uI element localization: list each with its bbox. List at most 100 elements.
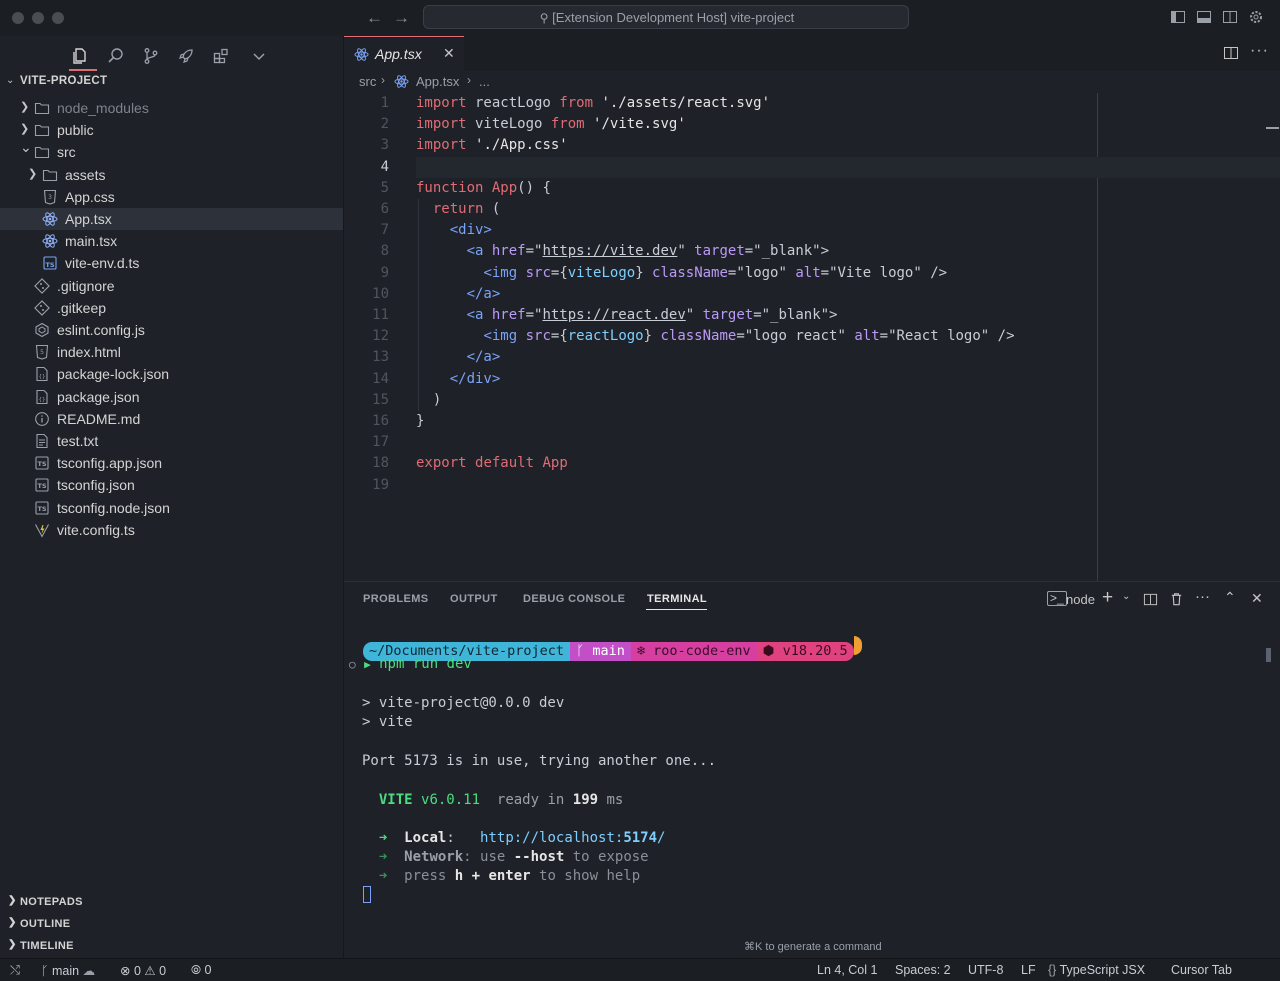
- tab-output[interactable]: OUTPUT: [450, 593, 498, 605]
- line-number: 6: [380, 201, 389, 217]
- broadcast-icon: ⦾: [191, 963, 202, 977]
- line-ending[interactable]: LF: [1021, 963, 1036, 977]
- problems-status[interactable]: ⊗ 0 ⚠ 0: [120, 963, 166, 978]
- tree-item[interactable]: TS tsconfig.json: [0, 474, 343, 496]
- tree-item-label: .gitkeep: [57, 299, 107, 316]
- encoding[interactable]: UTF-8: [968, 963, 1003, 977]
- maximize-panel-icon[interactable]: ⌃: [1224, 589, 1236, 606]
- tree-item[interactable]: README.md: [0, 408, 343, 430]
- tree-item[interactable]: ❯ public: [0, 119, 343, 141]
- line-number: 10: [372, 285, 389, 302]
- tree-item[interactable]: eslint.config.js: [0, 319, 343, 341]
- tree-item[interactable]: 5 index.html: [0, 341, 343, 363]
- breadcrumb-folder[interactable]: src: [359, 74, 376, 89]
- tree-item[interactable]: App.tsx: [0, 208, 343, 230]
- line-number: 14: [372, 370, 389, 387]
- tree-item[interactable]: TS tsconfig.node.json: [0, 497, 343, 519]
- chevron-right-icon: ›: [467, 73, 471, 87]
- tab-debug-console[interactable]: DEBUG CONSOLE: [523, 593, 625, 605]
- chevron-down-icon[interactable]: [246, 43, 272, 69]
- code-line: 12 <img src={reactLogo} className="logo …: [344, 326, 1280, 347]
- remote-icon[interactable]: ⤭: [10, 963, 20, 978]
- chevron-down-icon[interactable]: ⌄: [6, 75, 14, 86]
- tree-item-label: node_modules: [57, 100, 149, 116]
- command-line: ○ ▶ npm run dev: [349, 656, 472, 672]
- toggle-sidebar-icon[interactable]: [1170, 9, 1186, 25]
- forward-arrow-icon[interactable]: →: [393, 8, 410, 28]
- trash-icon[interactable]: [1169, 591, 1184, 607]
- tree-item[interactable]: ❯ assets: [0, 164, 343, 186]
- close-panel-icon[interactable]: ✕: [1251, 590, 1263, 607]
- section-notepads[interactable]: ❯ NOTEPADS: [0, 891, 343, 913]
- code-line: 19: [344, 475, 1280, 496]
- error-icon: ⊗: [120, 964, 131, 978]
- tree-item[interactable]: ❯ node_modules: [0, 97, 343, 119]
- source-control-icon[interactable]: [138, 43, 164, 69]
- tree-item[interactable]: ⌄ src: [0, 139, 343, 163]
- tree-item-label: src: [57, 144, 76, 161]
- tree-item[interactable]: vite.config.ts: [0, 519, 343, 541]
- chevron-down-icon[interactable]: ⌄: [1122, 591, 1130, 602]
- ports-status[interactable]: ⦾ 0: [191, 963, 211, 978]
- text-file-icon: [34, 433, 50, 449]
- maximize-window-button[interactable]: [52, 12, 64, 24]
- close-window-button[interactable]: [12, 12, 24, 24]
- explorer-title[interactable]: VITE-PROJECT: [20, 75, 107, 87]
- cursor-position[interactable]: Ln 4, Col 1: [817, 963, 877, 977]
- svg-text:TS: TS: [37, 505, 46, 513]
- close-icon[interactable]: ✕: [443, 45, 455, 62]
- command-center-search[interactable]: ⚲ [Extension Development Host] vite-proj…: [423, 5, 909, 29]
- gear-icon[interactable]: [1248, 9, 1264, 25]
- new-terminal-icon[interactable]: +: [1102, 587, 1113, 609]
- svg-text:{}: {}: [39, 374, 46, 380]
- cursor-tab-status[interactable]: Cursor Tab: [1171, 963, 1232, 977]
- eslint-icon: [34, 322, 50, 338]
- extensions-icon[interactable]: [208, 43, 234, 69]
- local-url[interactable]: http://localhost:5174/: [480, 830, 665, 846]
- tree-item-label: App.tsx: [65, 211, 112, 227]
- split-editor-icon[interactable]: [1223, 45, 1239, 61]
- section-timeline[interactable]: ❯ TIMELINE: [0, 935, 343, 957]
- tree-item[interactable]: main.tsx: [0, 230, 343, 252]
- tab-app-tsx[interactable]: App.tsx ✕: [344, 36, 464, 71]
- output-line: > vite: [362, 714, 413, 730]
- more-actions-icon[interactable]: ···: [1250, 42, 1269, 60]
- terminal-name[interactable]: node: [1066, 592, 1095, 607]
- editor-tab-bar: [344, 36, 1280, 71]
- tree-item[interactable]: .gitkeep: [0, 297, 343, 319]
- split-terminal-icon[interactable]: [1143, 592, 1158, 607]
- tree-item[interactable]: {} package.json: [0, 386, 343, 408]
- branch-status[interactable]: ᚴ main ☁: [41, 963, 95, 978]
- chevron-right-icon: ›: [381, 73, 385, 87]
- tree-item[interactable]: 3 App.css: [0, 186, 343, 208]
- command-center-label: ⚲ [Extension Development Host] vite-proj…: [539, 10, 795, 25]
- code-line: 7 <div>: [344, 220, 1280, 241]
- explorer-icon[interactable]: [67, 43, 93, 69]
- folder-icon: [34, 144, 50, 160]
- breadcrumb-more[interactable]: ...: [479, 74, 490, 89]
- active-tab-underline: [646, 609, 707, 610]
- language-mode[interactable]: {} TypeScript JSX: [1048, 963, 1145, 977]
- code-text: import reactLogo from './assets/react.sv…: [416, 95, 771, 111]
- tree-item[interactable]: .gitignore: [0, 275, 343, 297]
- tab-problems[interactable]: PROBLEMS: [363, 593, 429, 605]
- code-line: 11 <a href="https://react.dev" target="_…: [344, 305, 1280, 326]
- tree-item[interactable]: test.txt: [0, 430, 343, 452]
- back-arrow-icon[interactable]: ←: [366, 8, 383, 28]
- indentation[interactable]: Spaces: 2: [895, 963, 951, 977]
- code-editor[interactable]: 1 import reactLogo from './assets/react.s…: [344, 93, 1280, 581]
- rocket-icon[interactable]: [173, 43, 199, 69]
- tree-item[interactable]: TS vite-env.d.ts: [0, 252, 343, 274]
- toggle-secondary-sidebar-icon[interactable]: [1222, 9, 1238, 25]
- minimize-window-button[interactable]: [32, 12, 44, 24]
- section-outline[interactable]: ❯ OUTLINE: [0, 913, 343, 935]
- more-actions-icon[interactable]: ···: [1195, 588, 1210, 605]
- terminal-scrollbar[interactable]: [1266, 648, 1271, 662]
- tree-item[interactable]: TS tsconfig.app.json: [0, 452, 343, 474]
- line-number: 19: [372, 476, 389, 493]
- tab-terminal[interactable]: TERMINAL: [647, 593, 707, 605]
- tree-item[interactable]: {} package-lock.json: [0, 363, 343, 385]
- breadcrumb-file[interactable]: App.tsx: [416, 74, 459, 89]
- toggle-panel-icon[interactable]: [1196, 9, 1212, 25]
- search-view-icon[interactable]: [103, 43, 129, 69]
